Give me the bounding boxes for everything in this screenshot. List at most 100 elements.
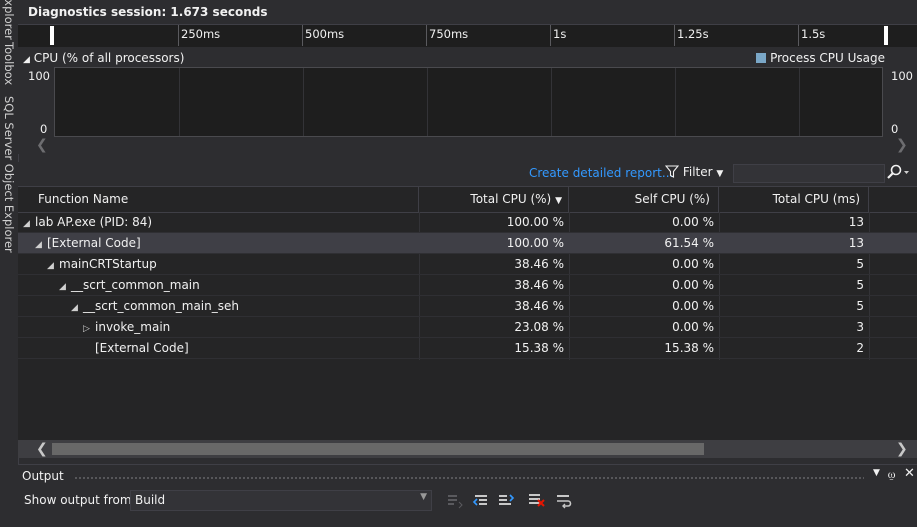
output-panel: Output ▼ ⍹ ✕ Show output from: Build ▼	[18, 464, 917, 527]
function-name: [External Code]	[47, 236, 141, 250]
output-panel-title: Output	[22, 469, 64, 483]
table-row[interactable]: ◢ mainCRTStartup 38.46 % 0.00 % 5	[18, 254, 917, 275]
toggle-word-wrap-icon[interactable]	[554, 490, 574, 510]
table-row-selected[interactable]: ◢ [External Code] 100.00 % 61.54 % 13	[18, 233, 917, 254]
expanded-triangle-icon[interactable]: ◢	[59, 277, 71, 298]
cpu-title-text: CPU (% of all processors)	[33, 51, 185, 65]
self-cpu-pct-cell: 0.00 %	[672, 320, 714, 334]
total-cpu-ms-cell: 5	[856, 257, 864, 271]
previous-message-icon[interactable]	[472, 490, 492, 510]
function-grid: Function Name Total CPU (%) ▼ Self CPU (…	[18, 186, 917, 441]
side-tab-explorer[interactable]: Explorer	[1, 0, 17, 40]
next-message-icon[interactable]	[496, 490, 516, 510]
total-cpu-pct-cell: 38.46 %	[514, 299, 564, 313]
total-cpu-pct-cell: 15.38 %	[514, 341, 564, 355]
collapse-triangle-icon: ◢	[23, 55, 30, 65]
total-cpu-ms-cell: 3	[856, 320, 864, 334]
table-row[interactable]: ▷ invoke_main 23.08 % 0.00 % 3	[18, 317, 917, 338]
table-row[interactable]: ◢ __scrt_common_main_seh 38.46 % 0.00 % 5	[18, 296, 917, 317]
function-name: [External Code]	[95, 341, 189, 355]
timeline-start-handle[interactable]	[50, 26, 54, 45]
function-name: lab AP.exe (PID: 84)	[35, 215, 153, 229]
ruler-tick	[798, 25, 799, 46]
ruler-tick	[302, 25, 303, 46]
graph-scrollbar[interactable]: ❮ ❯	[18, 137, 917, 153]
self-cpu-pct-cell: 0.00 %	[672, 278, 714, 292]
total-cpu-pct-cell: 23.08 %	[514, 320, 564, 334]
ruler-tick	[674, 25, 675, 46]
create-detailed-report-link[interactable]: Create detailed report...	[529, 166, 673, 180]
ruler-label: 500ms	[305, 27, 345, 41]
filter-search-input[interactable]	[733, 164, 885, 183]
grid-line	[427, 68, 428, 136]
grid-line	[675, 68, 676, 136]
filter-button[interactable]: Filter ▼	[664, 165, 724, 179]
cpu-usage-graph: ◢ CPU (% of all processors) Process CPU …	[18, 47, 917, 154]
side-tab-sql-server-object-explorer[interactable]: SQL Server Object Explorer	[1, 96, 17, 253]
total-cpu-ms-cell: 5	[856, 278, 864, 292]
function-name-cell: ◢ __scrt_common_main_seh	[71, 296, 239, 317]
output-source-select[interactable]: Build ▼	[130, 490, 432, 511]
total-cpu-pct-cell: 38.46 %	[514, 257, 564, 271]
function-name-cell: ▷ invoke_main	[83, 317, 170, 338]
expanded-triangle-icon[interactable]: ◢	[23, 214, 35, 235]
table-row[interactable]: ◢ lab AP.exe (PID: 84) 100.00 % 0.00 % 13	[18, 212, 917, 233]
total-cpu-ms-cell: 13	[848, 215, 864, 229]
self-cpu-pct-cell: 15.38 %	[664, 341, 714, 355]
panel-menu-icon[interactable]: ▼	[873, 468, 880, 478]
y-axis-min-left: 0	[40, 122, 48, 136]
expanded-triangle-icon[interactable]: ◢	[35, 235, 47, 256]
search-icon[interactable]	[884, 163, 910, 183]
cpu-plot-area[interactable]	[54, 67, 883, 137]
total-cpu-pct-cell: 100.00 %	[506, 236, 564, 250]
clear-all-icon[interactable]	[526, 490, 546, 510]
column-header-self-cpu-pct[interactable]: Self CPU (%)	[569, 187, 719, 212]
column-header-total-cpu-pct[interactable]: Total CPU (%) ▼	[419, 187, 569, 212]
table-row[interactable]: [External Code] 15.38 % 15.38 % 2	[18, 338, 917, 359]
function-name: __scrt_common_main	[71, 278, 200, 292]
grid-horizontal-scrollbar[interactable]: ❮ ❯	[18, 440, 917, 458]
total-cpu-pct-cell: 100.00 %	[506, 215, 564, 229]
timeline-end-handle[interactable]	[884, 26, 888, 45]
total-cpu-ms-cell: 5	[856, 299, 864, 313]
side-tab-toolbox[interactable]: Toolbox	[1, 42, 17, 85]
scrollbar-thumb[interactable]	[52, 443, 704, 455]
scroll-left-icon[interactable]: ❮	[36, 441, 48, 457]
filter-icon	[664, 165, 680, 178]
session-header: Diagnostics session: 1.673 seconds	[18, 0, 917, 24]
ruler-tick	[178, 25, 179, 46]
go-to-line-icon[interactable]	[444, 490, 464, 510]
expanded-triangle-icon[interactable]: ◢	[71, 298, 83, 319]
dropdown-arrow-icon: ▼	[420, 492, 427, 502]
column-header-label: Total CPU (%)	[470, 192, 552, 206]
function-name: mainCRTStartup	[59, 257, 157, 271]
close-icon[interactable]: ✕	[904, 466, 915, 481]
ruler-tick	[550, 25, 551, 46]
grid-line	[551, 68, 552, 136]
column-header-function-name[interactable]: Function Name	[18, 187, 419, 212]
legend-swatch	[756, 53, 767, 63]
y-axis-max-left: 100	[28, 69, 50, 83]
dropdown-arrow-icon: ▼	[716, 169, 724, 179]
timeline-ruler[interactable]: 250ms 500ms 750ms 1s 1.25s 1.5s	[18, 24, 917, 48]
expanded-triangle-icon[interactable]: ◢	[47, 256, 59, 277]
show-output-from-label: Show output from:	[24, 493, 136, 507]
scroll-right-icon[interactable]: ❯	[896, 137, 908, 153]
grid-line	[799, 68, 800, 136]
total-cpu-pct-cell: 38.46 %	[514, 278, 564, 292]
scroll-right-icon[interactable]: ❯	[896, 441, 908, 457]
column-header-total-cpu-ms[interactable]: Total CPU (ms)	[719, 187, 869, 212]
sort-descending-icon: ▼	[555, 196, 562, 206]
scroll-left-icon[interactable]: ❮	[36, 137, 48, 153]
collapsed-triangle-icon[interactable]: ▷	[83, 319, 95, 340]
session-title: Diagnostics session: 1.673 seconds	[28, 5, 268, 19]
cpu-graph-title[interactable]: ◢ CPU (% of all processors)	[23, 51, 184, 65]
function-name-cell: [External Code]	[95, 338, 189, 359]
total-cpu-ms-cell: 2	[856, 341, 864, 355]
table-row[interactable]: ◢ __scrt_common_main 38.46 % 0.00 % 5	[18, 275, 917, 296]
function-name-cell: ◢ lab AP.exe (PID: 84)	[23, 212, 152, 233]
pin-icon[interactable]: ⍹	[888, 467, 895, 482]
self-cpu-pct-cell: 0.00 %	[672, 299, 714, 313]
grid-header: Function Name Total CPU (%) ▼ Self CPU (…	[18, 187, 917, 213]
report-toolbar: Create detailed report... Filter ▼	[18, 162, 917, 186]
